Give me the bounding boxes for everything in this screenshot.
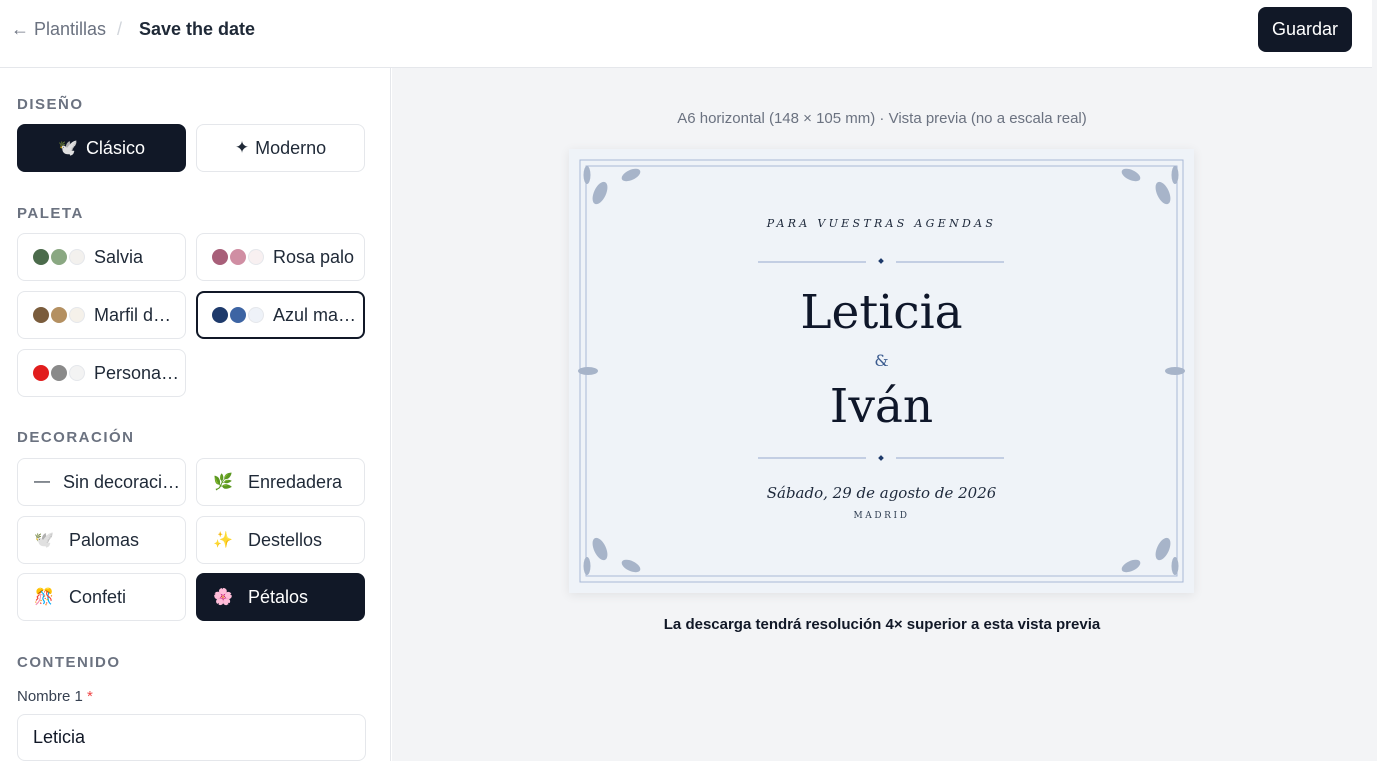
swatch: [212, 249, 228, 265]
petal-shape: [1171, 166, 1179, 184]
cherry-blossom-icon: 🌸: [213, 589, 233, 606]
petal-shape: [592, 181, 608, 205]
page-title: Save the date: [139, 19, 256, 39]
swatch: [230, 249, 246, 265]
card-name-2: Iván: [829, 379, 934, 434]
herb-icon: 🌿: [213, 474, 233, 491]
name1-input[interactable]: [17, 714, 366, 761]
preview-area: A6 horizontal (148 × 105 mm) · Vista pre…: [392, 68, 1372, 761]
design-option-modern[interactable]: ✦ Moderno: [196, 124, 365, 172]
top-bar: ← Plantillas / Save the date Guardar: [0, 0, 1377, 68]
palette-section-label: PALETA: [17, 205, 84, 222]
decoration-option-confetti[interactable]: 🎊 Confeti: [17, 573, 186, 621]
palette-option-marfil[interactable]: Marfil d…: [17, 291, 186, 339]
dove-icon: 🕊️: [58, 140, 78, 157]
petal-shape: [1155, 537, 1171, 561]
swatch: [248, 307, 264, 323]
palette-swatches: [212, 307, 264, 323]
petal-shape: [1171, 557, 1179, 575]
content-section-label: CONTENIDO: [17, 654, 121, 671]
save-button[interactable]: Guardar: [1258, 7, 1352, 52]
back-to-templates-link[interactable]: ← Plantillas: [11, 19, 106, 40]
decoration-option-label: Sin decoraci…: [63, 471, 181, 492]
petal-shape: [1155, 181, 1171, 205]
card-frame-decoration: [578, 159, 1185, 583]
card-ampersand: &: [874, 351, 889, 370]
decoration-option-label: Destellos: [248, 529, 323, 550]
design-option-label: Moderno: [255, 137, 327, 158]
swatch: [51, 365, 67, 381]
sparkle-icon: ✦: [234, 138, 250, 157]
petal-shape: [583, 557, 591, 575]
decoration-option-label: Pétalos: [248, 586, 309, 607]
decoration-option-petals[interactable]: 🌸 Pétalos: [196, 573, 365, 621]
palette-swatches: [212, 249, 264, 265]
petal-shape: [583, 166, 591, 184]
editor-sidebar: DISEÑO 🕊️ Clásico ✦ Moderno PALETA Salvi…: [0, 68, 391, 761]
decoration-section-label: DECORACIÓN: [17, 429, 135, 446]
name1-label: Nombre 1 *: [17, 688, 93, 705]
swatch: [69, 249, 85, 265]
decoration-option-label: Enredadera: [248, 471, 343, 492]
swatch: [248, 249, 264, 265]
swatch: [51, 307, 67, 323]
petal-shape: [621, 168, 641, 182]
sparkles-icon: ✨: [213, 532, 233, 549]
petal-shape: [1121, 168, 1141, 182]
decoration-option-doves[interactable]: 🕊️ Palomas: [17, 516, 186, 564]
design-option-label: Clásico: [85, 137, 145, 158]
design-section-label: DISEÑO: [17, 96, 84, 113]
dove-icon: 🕊️: [34, 532, 54, 549]
palette-option-personalizada[interactable]: Persona…: [17, 349, 186, 397]
name1-label-text: Nombre 1: [17, 688, 83, 705]
palette-option-rosa-palo[interactable]: Rosa palo: [196, 233, 365, 281]
swatch: [33, 307, 49, 323]
palette-swatches: [33, 307, 85, 323]
card-name-1: Leticia: [800, 285, 963, 340]
palette-option-label: Marfil d…: [94, 304, 172, 325]
preview-caption: A6 horizontal (148 × 105 mm) · Vista pre…: [677, 110, 1087, 127]
dash-icon: —: [34, 473, 50, 490]
card-eyebrow-text: PARA VUESTRAS AGENDAS: [766, 217, 997, 230]
swatch: [212, 307, 228, 323]
divider-diamond: [878, 455, 884, 461]
decoration-option-none[interactable]: — Sin decoraci…: [17, 458, 186, 506]
swatch: [69, 307, 85, 323]
palette-option-salvia[interactable]: Salvia: [17, 233, 186, 281]
palette-option-label: Persona…: [94, 362, 180, 383]
download-resolution-note: La descarga tendrá resolución 4× superio…: [663, 616, 1101, 633]
swatch: [33, 249, 49, 265]
card-place: MADRID: [853, 511, 910, 521]
decoration-option-label: Palomas: [69, 529, 140, 550]
palette-option-label: Azul ma…: [273, 304, 357, 325]
decoration-option-vine[interactable]: 🌿 Enredadera: [196, 458, 365, 506]
swatch: [69, 365, 85, 381]
design-option-classic[interactable]: 🕊️ Clásico: [17, 124, 186, 172]
palette-swatches: [33, 365, 85, 381]
confetti-icon: 🎊: [34, 589, 54, 606]
swatch: [51, 249, 67, 265]
swatch: [33, 365, 49, 381]
swatch: [230, 307, 246, 323]
petal-shape: [592, 537, 608, 561]
palette-swatches: [33, 249, 85, 265]
decoration-option-sparkles[interactable]: ✨ Destellos: [196, 516, 365, 564]
petal-shape: [621, 559, 641, 573]
palette-option-azul-marino[interactable]: Azul ma…: [196, 291, 365, 339]
palette-option-label: Rosa palo: [273, 246, 355, 267]
decoration-option-label: Confeti: [69, 586, 127, 607]
divider-diamond: [878, 258, 884, 264]
page-scrollbar[interactable]: [1372, 0, 1377, 761]
petal-shape: [1121, 559, 1141, 573]
palette-option-label: Salvia: [94, 246, 144, 267]
save-the-date-card: PARA VUESTRAS AGENDAS Leticia & Iván Sáb…: [569, 149, 1194, 593]
breadcrumb-separator: /: [117, 19, 123, 39]
card-date: Sábado, 29 de agosto de 2026: [766, 484, 997, 502]
required-mark: *: [87, 688, 93, 705]
